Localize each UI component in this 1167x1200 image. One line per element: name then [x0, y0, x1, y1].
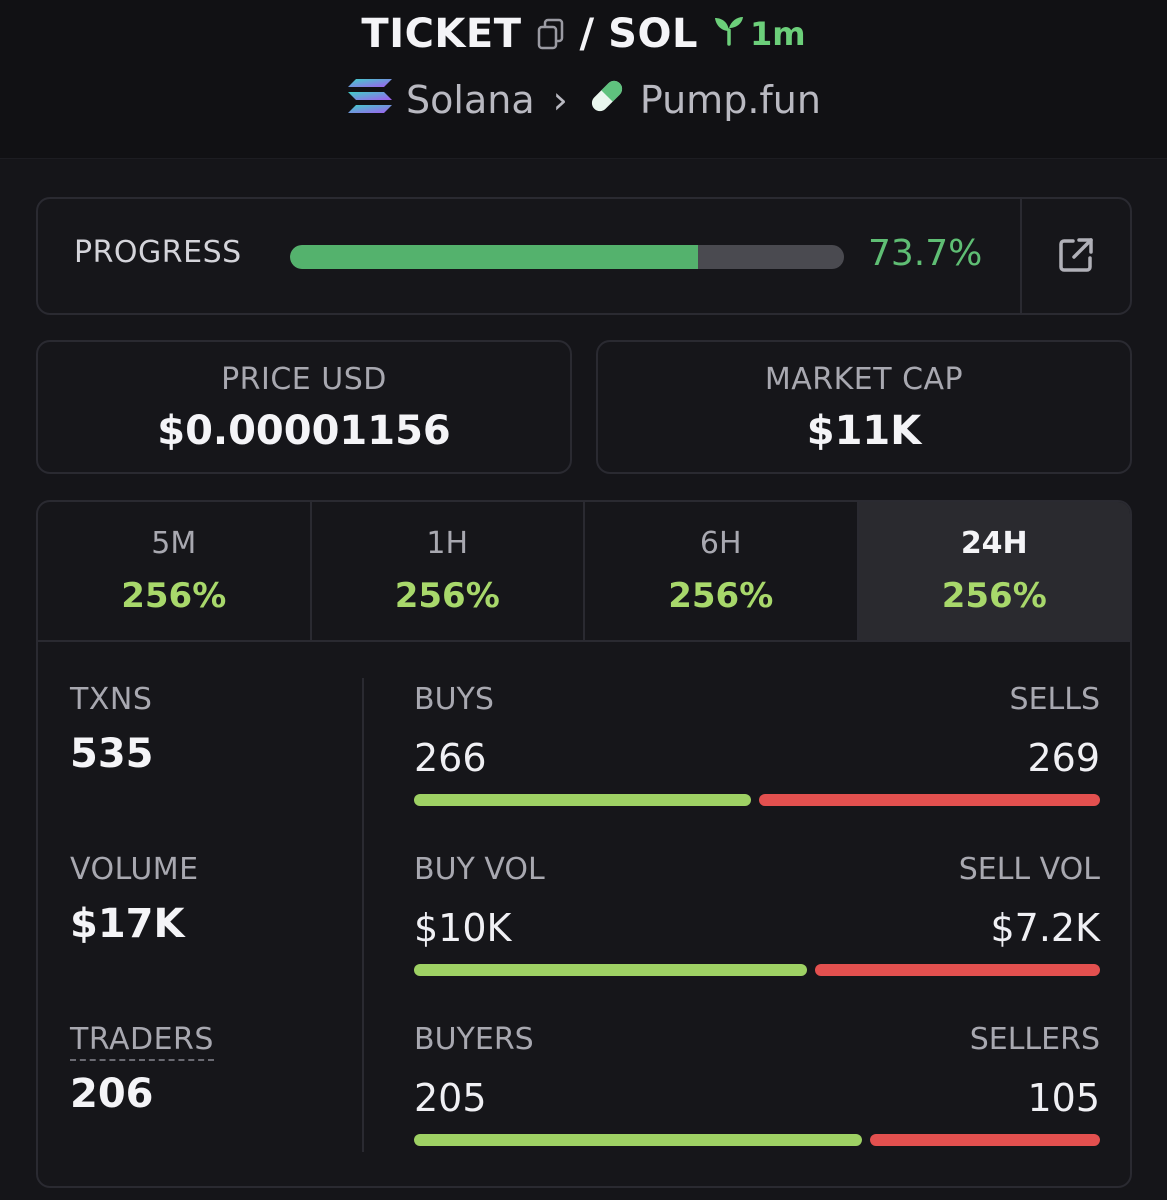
- tab-24h-label: 24H: [960, 526, 1028, 561]
- tab-1h-label: 1H: [426, 526, 469, 561]
- volume-label: VOLUME: [70, 852, 199, 887]
- progress-divider: [1020, 199, 1022, 313]
- pill-icon: [586, 75, 628, 126]
- traders-label[interactable]: TRADERS: [70, 1022, 214, 1061]
- copy-icon[interactable]: [536, 17, 566, 51]
- market-cap-label: MARKET CAP: [764, 362, 964, 397]
- sell-vol-label: SELL VOL: [958, 852, 1100, 887]
- quote-symbol: SOL: [608, 11, 698, 57]
- buyers-value: 205: [414, 1076, 487, 1120]
- progress-label: PROGRESS: [74, 235, 242, 270]
- chevron-right-icon: ›: [552, 78, 568, 122]
- tab-24h-change: 256%: [941, 576, 1047, 616]
- buys-sells-row: BUYS SELLS 266 269: [414, 682, 1100, 842]
- tab-1h-change: 256%: [394, 576, 500, 616]
- pair-header: TICKET / SOL 1m Solana › Pump.fun: [0, 0, 1167, 159]
- sellers-value: 105: [1027, 1076, 1100, 1120]
- buyers-label: BUYERS: [414, 1022, 534, 1057]
- tab-6h-change: 256%: [668, 576, 774, 616]
- buy-vol-bar: [414, 964, 807, 976]
- tab-24h[interactable]: 24H 256%: [858, 502, 1130, 640]
- market-cap-value: $11K: [806, 408, 922, 454]
- volume-ratio-bar: [414, 964, 1100, 976]
- tab-6h[interactable]: 6H 256%: [585, 502, 859, 640]
- sells-label: SELLS: [1009, 682, 1100, 717]
- buys-label: BUYS: [414, 682, 494, 717]
- price-usd-label: PRICE USD: [221, 362, 387, 397]
- breadcrumb-chain-label: Solana: [406, 78, 535, 122]
- volume-value: $17K: [70, 901, 185, 947]
- sells-bar: [759, 794, 1100, 806]
- column-divider: [362, 678, 364, 1152]
- tab-1h[interactable]: 1H 256%: [312, 502, 585, 640]
- buyers-bar: [414, 1134, 862, 1146]
- seedling-icon: [712, 14, 746, 54]
- external-link-button[interactable]: [1038, 219, 1114, 295]
- timeframe-tabs: 5M 256% 1H 256% 6H 256% 24H 256%: [38, 502, 1130, 642]
- tab-5m-label: 5M: [151, 526, 197, 561]
- sell-vol-value: $7.2K: [990, 906, 1100, 950]
- tab-5m[interactable]: 5M 256%: [38, 502, 312, 640]
- sellers-label: SELLERS: [969, 1022, 1100, 1057]
- market-cap-card: MARKET CAP $11K: [596, 340, 1132, 474]
- txns-value: 535: [70, 731, 154, 777]
- token-symbol: TICKET: [361, 11, 522, 57]
- volume-metric: VOLUME $17K: [70, 852, 199, 947]
- traders-metric: TRADERS 206: [70, 1022, 214, 1117]
- pair-separator: /: [579, 11, 595, 57]
- bonding-progress-card: PROGRESS 73.7%: [36, 197, 1132, 315]
- buys-sells-ratio-bar: [414, 794, 1100, 806]
- buy-sell-volume-row: BUY VOL SELL VOL $10K $7.2K: [414, 852, 1100, 1012]
- txns-label: TXNS: [70, 682, 153, 717]
- buys-value: 266: [414, 736, 487, 780]
- traders-ratio-bar: [414, 1134, 1100, 1146]
- tab-5m-change: 256%: [121, 576, 227, 616]
- price-usd-card: PRICE USD $0.00001156: [36, 340, 572, 474]
- breadcrumb-dex-label: Pump.fun: [639, 78, 821, 122]
- progress-percent: 73.7%: [868, 233, 983, 274]
- pair-title-row: TICKET / SOL 1m: [0, 8, 1167, 60]
- price-usd-value: $0.00001156: [157, 408, 451, 454]
- solana-logo-icon: [346, 76, 394, 125]
- sell-vol-bar: [815, 964, 1100, 976]
- txns-metric: TXNS 535: [70, 682, 154, 777]
- breadcrumb: Solana › Pump.fun: [0, 72, 1167, 128]
- breadcrumb-chain[interactable]: Solana: [346, 76, 535, 125]
- progress-bar: [290, 245, 844, 269]
- buys-bar: [414, 794, 751, 806]
- external-link-icon: [1056, 235, 1096, 279]
- pair-age: 1m: [712, 14, 806, 54]
- sells-value: 269: [1027, 736, 1100, 780]
- tab-6h-label: 6H: [699, 526, 742, 561]
- buyers-sellers-row: BUYERS SELLERS 205 105: [414, 1022, 1100, 1182]
- progress-bar-fill: [290, 245, 699, 269]
- pair-age-text: 1m: [749, 15, 806, 53]
- buy-vol-value: $10K: [414, 906, 512, 950]
- breadcrumb-dex[interactable]: Pump.fun: [586, 75, 821, 126]
- traders-value: 206: [70, 1071, 154, 1117]
- trading-stats-panel: 5M 256% 1H 256% 6H 256% 24H 256% TXNS 53…: [36, 500, 1132, 1188]
- sellers-bar: [870, 1134, 1100, 1146]
- buy-vol-label: BUY VOL: [414, 852, 545, 887]
